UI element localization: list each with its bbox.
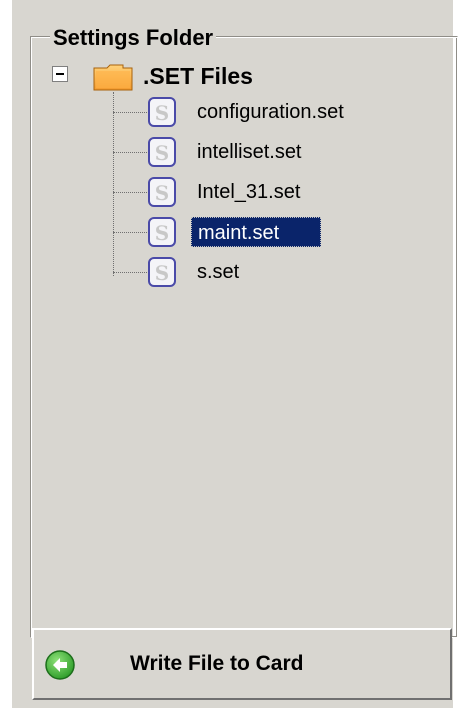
svg-text:S: S — [155, 261, 169, 285]
tree-item-s[interactable]: S s.set — [113, 254, 413, 290]
tree-item-maint[interactable]: S maint.set — [113, 214, 413, 250]
file-tree: .SET Files S configuration.set S intelli… — [0, 0, 459, 640]
write-file-to-card-button[interactable]: Write File to Card — [32, 628, 452, 700]
svg-text:S: S — [155, 221, 169, 245]
tree-item-label: intelliset.set — [197, 141, 302, 163]
green-arrow-left-icon — [45, 650, 75, 680]
settings-panel: Settings Folder .SET Files S configurati… — [0, 0, 459, 708]
write-button-label: Write File to Card — [130, 652, 304, 675]
set-file-icon: S — [148, 97, 176, 127]
svg-text:S: S — [155, 101, 169, 125]
tree-item-configuration[interactable]: S configuration.set — [113, 94, 413, 130]
svg-text:S: S — [155, 181, 169, 205]
tree-branch-line — [113, 192, 147, 193]
folder-icon — [93, 64, 133, 91]
tree-item-label-selected: maint.set — [191, 217, 321, 247]
tree-branch-line — [113, 112, 147, 113]
set-file-icon: S — [148, 257, 176, 287]
tree-item-label: Intel_31.set — [197, 181, 301, 203]
set-file-icon: S — [148, 177, 176, 207]
tree-item-intel-31[interactable]: S Intel_31.set — [113, 174, 413, 210]
set-file-icon: S — [148, 217, 176, 247]
collapse-toggle[interactable] — [52, 66, 68, 82]
tree-item-label: s.set — [197, 261, 240, 283]
tree-branch-line — [113, 272, 147, 273]
svg-text:S: S — [155, 141, 169, 165]
tree-branch-line — [113, 232, 147, 233]
tree-root-label[interactable]: .SET Files — [143, 62, 253, 90]
tree-branch-line — [113, 152, 147, 153]
tree-item-label: configuration.set — [197, 101, 344, 123]
set-file-icon: S — [148, 137, 176, 167]
tree-item-intelliset[interactable]: S intelliset.set — [113, 134, 413, 170]
